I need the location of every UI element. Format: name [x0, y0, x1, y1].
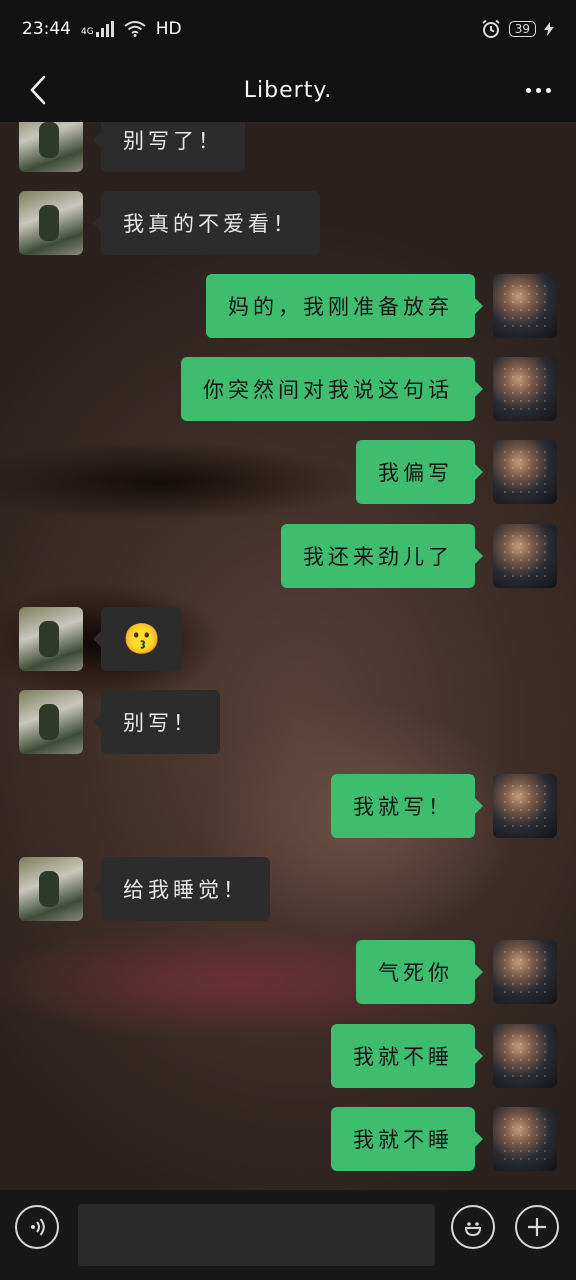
status-bar: 23:44 4G HD 39	[0, 0, 576, 58]
charging-icon	[544, 22, 554, 36]
message-row: 我偏写	[0, 440, 576, 504]
contact-avatar[interactable]	[19, 607, 83, 671]
self-avatar[interactable]	[493, 524, 557, 588]
contact-avatar[interactable]	[19, 122, 83, 172]
more-functions-button[interactable]	[515, 1205, 559, 1249]
message-input[interactable]	[78, 1204, 435, 1266]
status-left: 23:44 4G HD	[22, 19, 182, 39]
message-row: 😗	[0, 607, 576, 671]
emoji-message-bubble[interactable]: 😗	[92, 607, 183, 671]
message-bubble-sent[interactable]: 妈的，我刚准备放弃	[206, 274, 483, 338]
more-dot-icon	[535, 87, 541, 93]
message-row: 你突然间对我说这句话	[0, 357, 576, 421]
more-options-button[interactable]	[516, 68, 560, 112]
contact-avatar[interactable]	[19, 191, 83, 255]
message-row: 妈的，我刚准备放弃	[0, 274, 576, 338]
voice-button[interactable]	[15, 1205, 59, 1249]
network-type: 4G	[81, 27, 94, 37]
self-avatar[interactable]	[493, 1107, 557, 1171]
more-dot-icon	[525, 87, 531, 93]
self-avatar[interactable]	[493, 440, 557, 504]
message-row: 别写！	[0, 690, 576, 754]
self-avatar[interactable]	[493, 940, 557, 1004]
message-row: 气死你	[0, 940, 576, 1004]
more-dot-icon	[545, 87, 551, 93]
message-bubble-sent[interactable]: 我就不睡	[331, 1107, 483, 1171]
status-right: 39	[481, 19, 554, 39]
emoji-icon	[464, 1222, 482, 1237]
self-avatar[interactable]	[493, 357, 557, 421]
chat-header: Liberty.	[0, 58, 576, 122]
chat-title: Liberty.	[243, 77, 333, 103]
back-button[interactable]	[18, 66, 58, 114]
message-bubble-sent[interactable]: 我偏写	[356, 440, 483, 504]
wifi-icon	[124, 21, 146, 37]
message-bubble-received[interactable]: 给我睡觉！	[93, 857, 270, 921]
self-avatar[interactable]	[493, 274, 557, 338]
message-row: 我就不睡	[0, 1024, 576, 1088]
voice-icon	[31, 1218, 45, 1236]
message-row: 别写了！	[0, 122, 576, 172]
back-arrow-icon	[30, 75, 46, 105]
self-avatar[interactable]	[493, 1024, 557, 1088]
network-indicator: 4G	[81, 21, 114, 37]
message-bubble-sent[interactable]: 我就写！	[331, 774, 483, 838]
hd-indicator: HD	[155, 19, 182, 39]
message-bubble-sent[interactable]: 我就不睡	[331, 1024, 483, 1088]
plus-icon	[528, 1218, 546, 1236]
message-row: 我还来劲儿了	[0, 524, 576, 588]
alarm-icon	[482, 19, 500, 38]
message-bubble-sent[interactable]: 气死你	[356, 940, 483, 1004]
message-row: 我就不睡	[0, 1107, 576, 1171]
message-bubble-received[interactable]: 别写！	[93, 690, 220, 754]
clock: 23:44	[22, 19, 71, 39]
message-bubble-received[interactable]: 我真的不爱看！	[93, 191, 320, 255]
input-bar	[0, 1190, 576, 1280]
battery-indicator: 39	[508, 21, 536, 37]
contact-avatar[interactable]	[19, 690, 83, 754]
message-row: 给我睡觉！	[0, 857, 576, 921]
contact-avatar[interactable]	[19, 857, 83, 921]
emoji-button[interactable]	[451, 1205, 495, 1249]
message-bubble-sent[interactable]: 我还来劲儿了	[281, 524, 483, 588]
message-row: 我真的不爱看！	[0, 191, 576, 255]
chat-area[interactable]: 别写了！ 我真的不爱看！ 妈的，我刚准备放弃 你突然间对我说这句话 我偏写 我还…	[0, 122, 576, 1190]
message-row: 我就写！	[0, 774, 576, 838]
message-bubble-received[interactable]: 别写了！	[93, 122, 245, 172]
signal-icon	[95, 21, 114, 37]
self-avatar[interactable]	[493, 774, 557, 838]
message-bubble-sent[interactable]: 你突然间对我说这句话	[181, 357, 483, 421]
